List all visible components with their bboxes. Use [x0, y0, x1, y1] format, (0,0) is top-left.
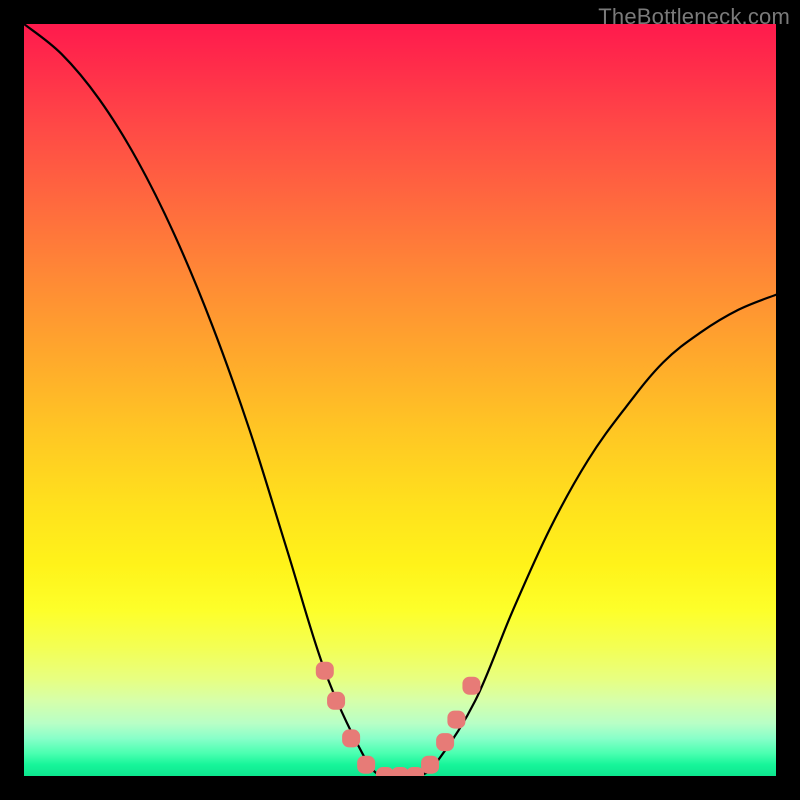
plot-area	[24, 24, 776, 776]
bottleneck-curve	[24, 24, 776, 776]
trough-marker	[436, 733, 454, 751]
trough-marker	[447, 711, 465, 729]
trough-marker	[316, 662, 334, 680]
trough-marker	[357, 756, 375, 774]
trough-marker	[421, 756, 439, 774]
trough-marker	[342, 729, 360, 747]
curve-layer	[24, 24, 776, 776]
trough-marker	[327, 692, 345, 710]
trough-markers	[316, 662, 481, 776]
trough-marker	[462, 677, 480, 695]
chart-frame: TheBottleneck.com	[0, 0, 800, 800]
